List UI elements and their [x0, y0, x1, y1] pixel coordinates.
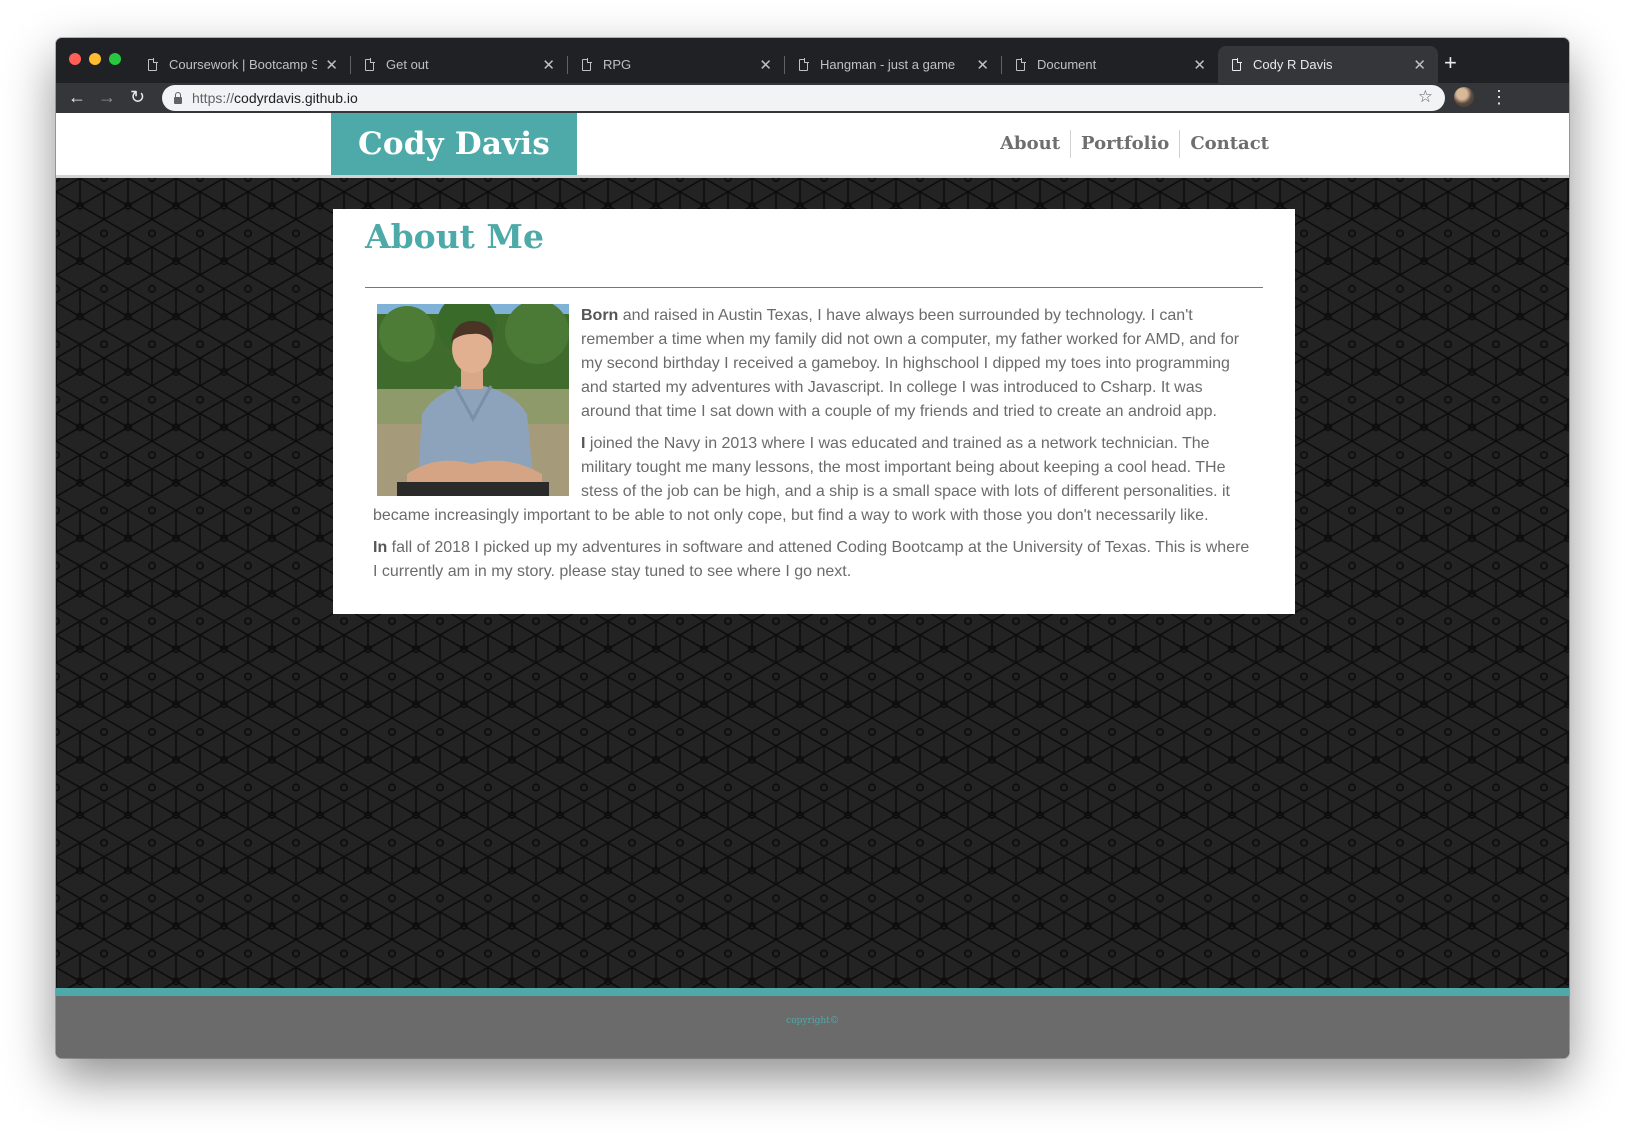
document-icon [365, 57, 375, 71]
reload-icon[interactable]: ↻ [130, 86, 145, 108]
minimize-window-button[interactable] [89, 53, 101, 65]
tab-close-icon[interactable]: ✕ [1193, 56, 1206, 74]
heading-divider [365, 287, 1263, 288]
document-icon [1016, 57, 1026, 71]
tab-close-icon[interactable]: ✕ [325, 56, 338, 74]
tab-title: Cody R Davis [1253, 57, 1333, 72]
about-card: About Me Born and raised in Austin Texas… [333, 209, 1295, 614]
tab-close-icon[interactable]: ✕ [1413, 56, 1426, 74]
document-icon [1232, 57, 1242, 71]
tab-document[interactable]: Document ✕ [1002, 46, 1218, 83]
document-icon [582, 57, 592, 71]
paragraph-text: and raised in Austin Texas, I have alway… [581, 307, 1240, 420]
paragraph-lead: In [373, 539, 388, 556]
site-nav: About Portfolio Contact [990, 130, 1279, 158]
back-arrow-icon[interactable]: ← [68, 86, 86, 108]
zoom-window-button[interactable] [109, 53, 121, 65]
tab-close-icon[interactable]: ✕ [759, 56, 772, 74]
profile-avatar[interactable] [1454, 87, 1474, 107]
browser-window: Coursework | Bootcamp Spot ✕ Get out ✕ R… [56, 38, 1569, 1058]
tab-rpg[interactable]: RPG ✕ [568, 46, 784, 83]
tab-close-icon[interactable]: ✕ [542, 56, 555, 74]
document-icon [799, 57, 809, 71]
nav-portfolio[interactable]: Portfolio [1070, 130, 1179, 158]
new-tab-button[interactable]: + [1444, 50, 1457, 76]
forward-arrow-icon[interactable]: → [98, 86, 116, 108]
menu-kebab-icon[interactable]: ⋮ [1490, 85, 1508, 109]
tab-hangman[interactable]: Hangman - just a game ✕ [785, 46, 1001, 83]
address-bar[interactable]: https://codyrdavis.github.io ☆ [162, 85, 1445, 111]
site-header: Cody Davis About Portfolio Contact [56, 113, 1569, 178]
tab-coursework[interactable]: Coursework | Bootcamp Spot ✕ [134, 46, 350, 83]
tab-title: Hangman - just a game [820, 57, 956, 72]
nav-about[interactable]: About [990, 130, 1070, 158]
page-viewport: Cody Davis About Portfolio Contact About… [56, 113, 1569, 1058]
paragraph-text: fall of 2018 I picked up my adventures i… [373, 539, 1250, 580]
bookmark-star-icon[interactable]: ☆ [1418, 87, 1433, 107]
lock-icon [174, 91, 182, 104]
about-heading: About Me [365, 217, 544, 256]
tab-close-icon[interactable]: ✕ [976, 56, 989, 74]
tab-strip: Coursework | Bootcamp Spot ✕ Get out ✕ R… [56, 38, 1569, 83]
tab-cody-r-davis[interactable]: Cody R Davis ✕ [1218, 46, 1438, 83]
document-icon [148, 57, 158, 71]
about-content: Born and raised in Austin Texas, I have … [365, 304, 1263, 584]
tab-get-out[interactable]: Get out ✕ [351, 46, 567, 83]
profile-photo [377, 304, 569, 496]
tab-title: Coursework | Bootcamp Spot [169, 57, 318, 72]
tab-title: Document [1037, 57, 1097, 72]
tab-title: RPG [603, 57, 632, 72]
url-scheme: https:// [192, 90, 235, 106]
paragraph-lead: Born [581, 307, 619, 324]
tab-title: Get out [386, 57, 429, 72]
browser-toolbar: ← → ↻ https://codyrdavis.github.io ☆ ⋮ [56, 83, 1569, 113]
nav-contact[interactable]: Contact [1179, 130, 1279, 158]
copyright-text: copyright© [786, 1016, 839, 1026]
site-brand[interactable]: Cody Davis [331, 113, 577, 175]
about-paragraph-3: In fall of 2018 I picked up my adventure… [373, 536, 1255, 584]
url-host: codyrdavis.github.io [234, 90, 358, 106]
site-footer: copyright© [56, 988, 1569, 1058]
close-window-button[interactable] [69, 53, 81, 65]
